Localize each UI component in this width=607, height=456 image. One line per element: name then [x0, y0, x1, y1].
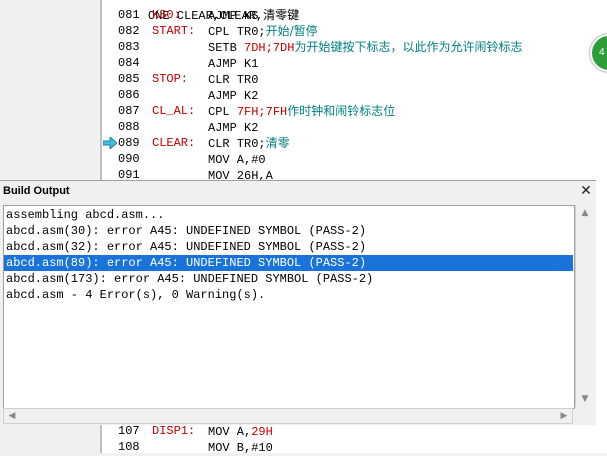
code-instruction: CPL TR0;开始/暂停 — [208, 23, 318, 40]
instruction-text: AJMP K2 — [208, 89, 259, 103]
code-instruction: CLR TR0;清零 — [208, 135, 290, 152]
line-number: 083 — [118, 40, 140, 54]
output-line[interactable]: abcd.asm - 4 Error(s), 0 Warning(s). — [4, 287, 573, 303]
code-instruction: AJMP K2 — [208, 119, 258, 136]
output-line[interactable]: assembling abcd.asm... — [4, 207, 573, 223]
line-number: 086 — [118, 88, 140, 102]
code-line[interactable]: 090 MOV A,#0 — [102, 151, 607, 167]
output-line-selected[interactable]: abcd.asm(89): error A45: UNDEFINED SYMBO… — [4, 255, 573, 271]
output-line[interactable]: abcd.asm(32): error A45: UNDEFINED SYMBO… — [4, 239, 573, 255]
output-line[interactable]: abcd.asm(30): error A45: UNDEFINED SYMBO… — [4, 223, 573, 239]
code-label: CL_AL: — [152, 104, 196, 118]
code-instruction: SETB 7DH;7DH为开始键按下标志，以此作为允许闹铃标志 — [208, 39, 522, 56]
line-number: 089 — [118, 136, 140, 150]
operand-text: 7DH;7DH — [244, 41, 295, 55]
code-comment: 为开始键按下标志，以此作为允许闹铃标志 — [294, 40, 523, 54]
code-comment: 开始/暂停 — [265, 24, 318, 38]
code-line[interactable]: 083 SETB 7DH;7DH为开始键按下标志，以此作为允许闹铃标志 — [102, 39, 607, 55]
code-line[interactable]: 081 KS0: AJMP KS — [102, 7, 607, 23]
instruction-text: AJMP K2 — [208, 121, 259, 135]
code-instruction: MOV A,29H — [208, 423, 273, 440]
code-instruction: MOV A,#0 — [208, 151, 266, 168]
build-output-panel: Build Output ✕ assembling abcd.asm... abc… — [0, 180, 596, 425]
code-comment: 清零 — [265, 136, 290, 150]
panel-header: Build Output ✕ — [0, 181, 596, 203]
code-instruction: CLR TR0 — [208, 71, 258, 88]
line-number: 107 — [118, 424, 140, 438]
instruction-text: AJMP K1 — [208, 57, 259, 71]
line-number: 082 — [118, 24, 140, 38]
output-list[interactable]: assembling abcd.asm... abcd.asm(30): erro… — [3, 205, 575, 409]
code-line[interactable]: 085 STOP: CLR TR0 — [102, 71, 607, 87]
scroll-left-icon[interactable]: ◀ — [4, 409, 20, 423]
code-line[interactable]: 084 AJMP K1 — [102, 55, 607, 71]
line-number: 084 — [118, 56, 140, 70]
code-label: CLEAR: — [152, 136, 196, 150]
panel-title: Build Output — [3, 185, 70, 197]
code-line[interactable]: 107 DISP1: MOV A,29H — [102, 423, 607, 439]
code-instruction: CPL 7FH;7FH作时钟和闹铃标志位 — [208, 103, 395, 120]
vertical-scrollbar[interactable]: ▲ ▼ — [575, 205, 594, 407]
instruction-text: CLR TR0; — [208, 137, 266, 151]
operand-text: 7FH;7FH — [236, 105, 288, 119]
instruction-text: MOV A,#0 — [208, 153, 266, 167]
scroll-down-icon[interactable]: ▼ — [576, 391, 594, 407]
close-icon[interactable]: ✕ — [578, 183, 594, 199]
instruction-text: CPL TR0; — [208, 25, 266, 39]
line-number: 087 — [118, 104, 140, 118]
scrollbar-corner — [575, 408, 593, 424]
code-instruction: AJMP K1 — [208, 55, 258, 72]
scroll-up-icon[interactable]: ▲ — [576, 205, 594, 221]
code-instruction: AJMP KS — [208, 7, 258, 24]
code-line[interactable]: 087 CL_AL: CPL 7FH;7FH作时钟和闹铃标志位 — [102, 103, 607, 119]
code-label: STOP: — [152, 72, 189, 86]
line-number: 090 — [118, 152, 140, 166]
horizontal-scrollbar[interactable]: ◀ ▶ — [3, 408, 573, 424]
code-instruction: MOV B,#10 — [208, 439, 273, 456]
instruction-text: CPL — [208, 105, 237, 119]
operand-text: 29H — [251, 425, 273, 439]
instruction-text: AJMP KS — [208, 9, 259, 23]
instruction-text: SETB — [208, 41, 245, 55]
current-line-arrow-icon — [103, 137, 117, 149]
code-line[interactable]: 082 START: CPL TR0;开始/暂停 — [102, 23, 607, 39]
line-number: 088 — [118, 120, 140, 134]
code-line[interactable]: 089 CLEAR: CLR TR0;清零 — [102, 135, 607, 151]
code-label: KS0: — [152, 8, 181, 22]
instruction-text: CLR TR0 — [208, 73, 259, 87]
output-line[interactable]: abcd.asm(173): error A45: UNDEFINED SYMB… — [4, 271, 573, 287]
code-label: START: — [152, 24, 196, 38]
code-line[interactable]: 086 AJMP K2 — [102, 87, 607, 103]
line-number: 081 — [118, 8, 140, 22]
code-label: DISP1: — [152, 424, 196, 438]
line-number: 085 — [118, 72, 140, 86]
code-line[interactable]: 088 AJMP K2 — [102, 119, 607, 135]
code-instruction: AJMP K2 — [208, 87, 258, 104]
scroll-right-icon[interactable]: ▶ — [556, 409, 572, 423]
code-comment: 作时钟和闹铃标志位 — [287, 104, 396, 118]
instruction-text: MOV A, — [208, 425, 252, 439]
